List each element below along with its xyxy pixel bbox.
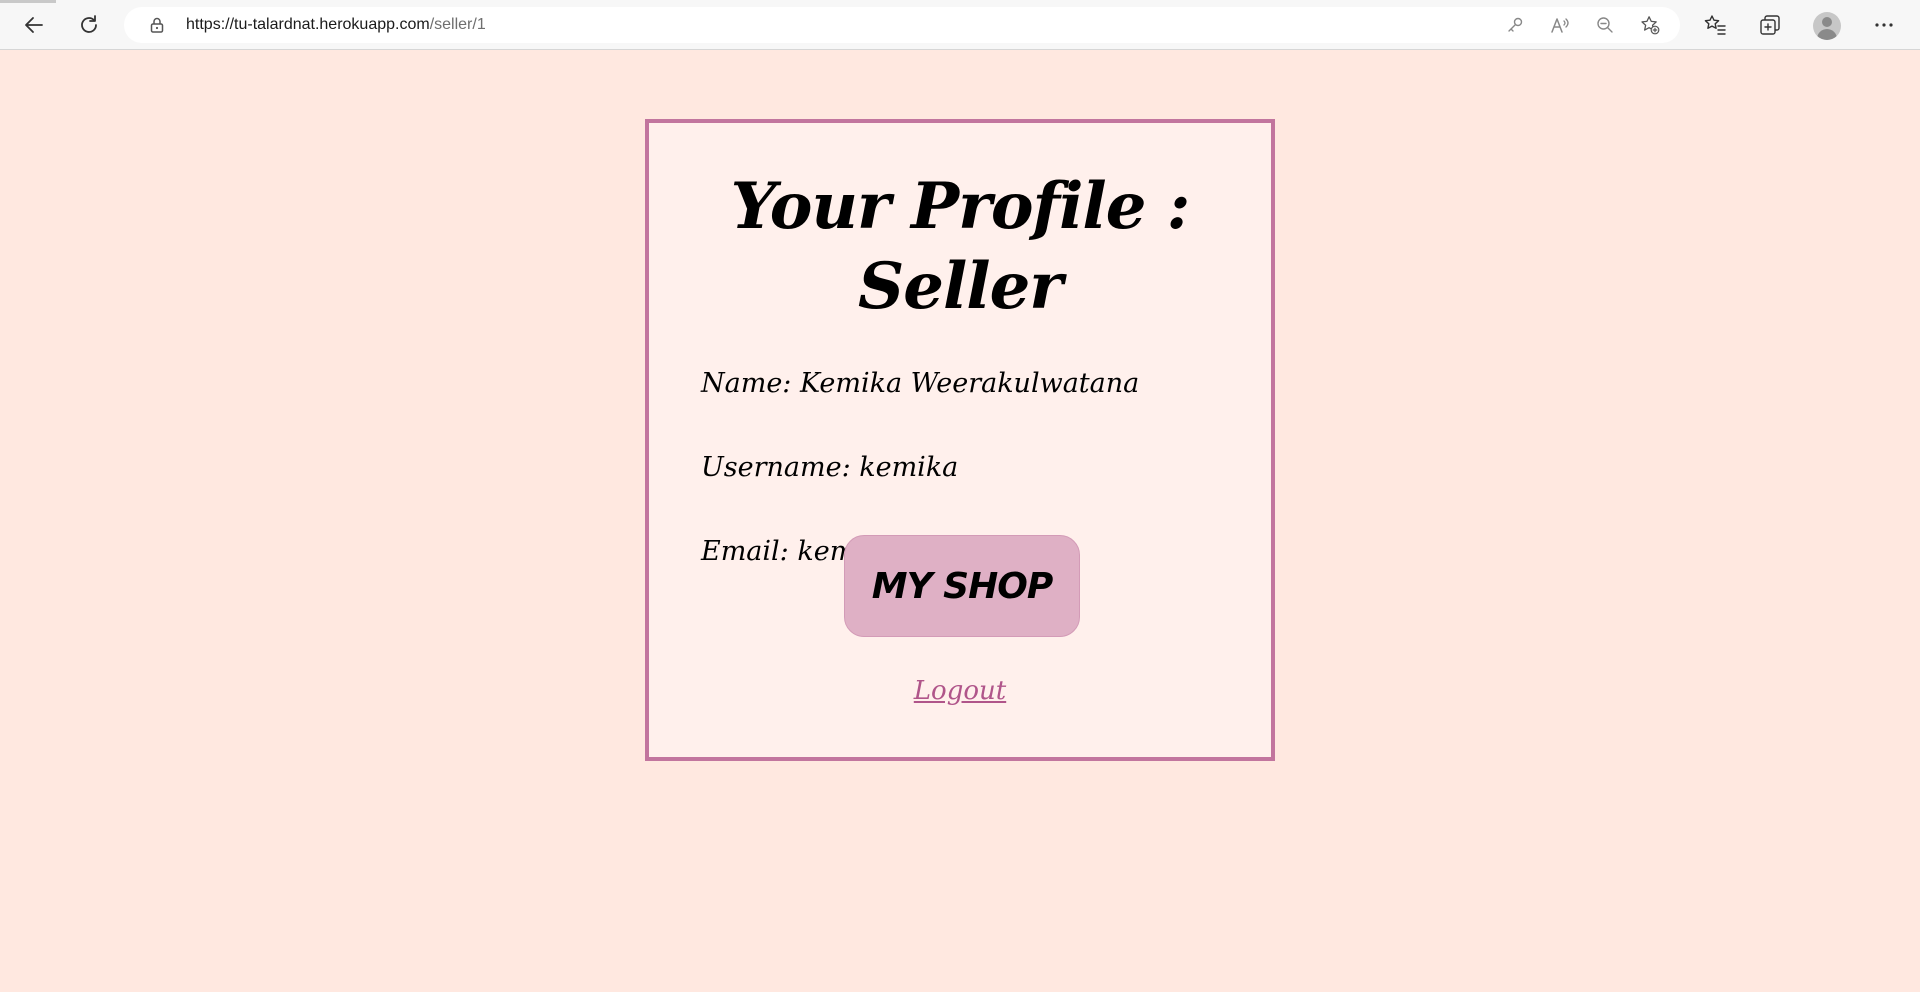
profile-card: Your Profile : Seller Name: Kemika Weera…	[645, 119, 1275, 761]
avatar-head	[1822, 17, 1832, 27]
refresh-icon[interactable]	[71, 7, 107, 43]
back-arrow-icon[interactable]	[16, 7, 52, 43]
read-aloud-icon[interactable]	[1550, 15, 1570, 35]
url-path: /seller/1	[429, 16, 486, 33]
page-body: Your Profile : Seller Name: Kemika Weera…	[0, 50, 1920, 992]
more-options-icon[interactable]	[1869, 10, 1899, 40]
profile-avatar-icon[interactable]	[1813, 12, 1841, 40]
browser-toolbar: https://tu-talardnat.herokuapp.com/selle…	[0, 0, 1920, 50]
tab-loading-strip	[0, 0, 56, 3]
address-bar[interactable]: https://tu-talardnat.herokuapp.com/selle…	[124, 7, 1680, 43]
zoom-out-icon[interactable]	[1595, 15, 1615, 35]
logout-link[interactable]: Logout	[914, 676, 1006, 706]
lock-icon[interactable]	[148, 16, 166, 34]
key-icon[interactable]	[1505, 15, 1525, 35]
logout-link-row: Logout	[649, 673, 1271, 709]
profile-username: Username: kemika	[701, 452, 959, 483]
url-host: https://tu-talardnat.herokuapp.com	[186, 16, 430, 33]
collections-icon[interactable]	[1755, 10, 1785, 40]
url-text[interactable]: https://tu-talardnat.herokuapp.com/selle…	[186, 7, 486, 43]
add-favorite-icon[interactable]	[1640, 15, 1660, 35]
my-shop-button[interactable]: MY SHOP	[844, 535, 1080, 637]
avatar-body	[1817, 29, 1837, 40]
favorites-icon[interactable]	[1700, 10, 1730, 40]
profile-name: Name: Kemika Weerakulwatana	[701, 368, 1140, 399]
page-title: Your Profile : Seller	[730, 169, 1191, 324]
